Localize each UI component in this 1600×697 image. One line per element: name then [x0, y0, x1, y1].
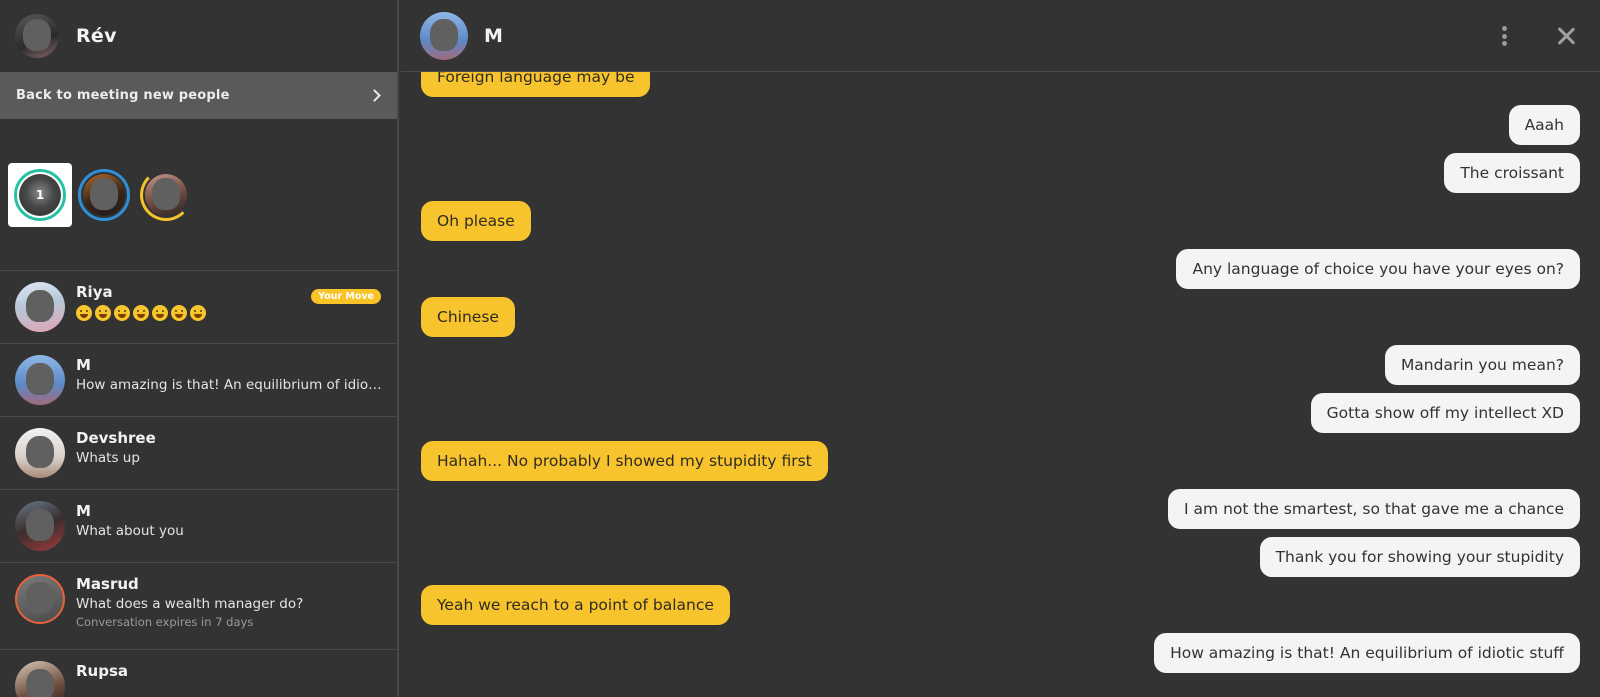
conversation-item[interactable]: Masrud What does a wealth manager do? Co…	[0, 563, 397, 650]
story-count-badge: 1	[19, 174, 61, 216]
grinning-emoji-icon	[171, 305, 187, 321]
grinning-emoji-icon	[114, 305, 130, 321]
conversation-preview: Whats up	[76, 450, 140, 466]
close-icon[interactable]	[1555, 25, 1577, 47]
message-outgoing: Gotta show off my intellect XD	[1310, 393, 1580, 433]
chevron-right-icon	[368, 89, 381, 102]
avatar	[15, 661, 65, 697]
chat-panel: M Foreign language may be Aaah The crois…	[401, 0, 1600, 697]
message-outgoing: The croissant	[1444, 153, 1580, 193]
back-to-meeting-label: Back to meeting new people	[16, 88, 230, 103]
conversation-item[interactable]: Rupsa	[0, 650, 397, 697]
conversation-preview: How amazing is that! An equilibrium of i…	[76, 377, 386, 393]
grinning-emoji-icon	[152, 305, 168, 321]
message-list: Foreign language may be Aaah The croissa…	[401, 72, 1600, 697]
message-incoming: Oh please	[421, 201, 531, 241]
conversation-preview: What does a wealth manager do?	[76, 596, 304, 612]
grinning-emoji-icon	[76, 305, 92, 321]
message-outgoing: How amazing is that! An equilibrium of i…	[1154, 633, 1580, 673]
message-incoming: Yeah we reach to a point of balance	[421, 585, 730, 625]
message-outgoing: Mandarin you mean?	[1384, 345, 1580, 385]
message-incoming: Hahah... No probably I showed my stupidi…	[421, 441, 828, 481]
chat-title: M	[484, 24, 503, 47]
profile-name: Rév	[76, 25, 117, 47]
profile-avatar[interactable]	[15, 14, 59, 58]
message-outgoing: I am not the smartest, so that gave me a…	[1168, 489, 1580, 529]
conversation-name: Rupsa	[76, 662, 129, 680]
conversation-item[interactable]: Devshree Whats up	[0, 417, 397, 490]
app-window: Rév Back to meeting new people 1 Riya Yo…	[0, 0, 1600, 697]
story-avatar-1[interactable]	[78, 169, 130, 221]
story-avatar-2[interactable]	[140, 169, 192, 221]
message-outgoing: Thank you for showing your stupidity	[1259, 537, 1580, 577]
message-incoming: Foreign language may be	[421, 72, 651, 97]
back-to-meeting-button[interactable]: Back to meeting new people	[0, 72, 397, 119]
profile-header[interactable]: Rév	[0, 0, 397, 72]
story-ring-green: 1	[14, 169, 66, 221]
avatar	[15, 428, 65, 478]
story-card-new-matches[interactable]: 1	[8, 163, 72, 227]
conversation-name: M	[76, 502, 91, 520]
avatar	[15, 355, 65, 405]
chat-avatar[interactable]	[420, 11, 468, 60]
conversation-expiry: Conversation expires in 7 days	[76, 615, 254, 629]
message-outgoing: Aaah	[1508, 105, 1580, 145]
your-move-badge: Your Move	[311, 289, 381, 304]
stories-row: 1	[0, 119, 397, 271]
conversation-preview: What about you	[76, 523, 184, 539]
avatar	[15, 574, 65, 624]
chat-header: M	[401, 0, 1600, 72]
grinning-emoji-icon	[95, 305, 111, 321]
conversation-name: Devshree	[76, 429, 156, 447]
more-options-icon[interactable]	[1501, 26, 1507, 46]
sidebar: Rév Back to meeting new people 1 Riya Yo…	[0, 0, 399, 697]
grinning-emoji-icon	[190, 305, 206, 321]
conversation-name: Masrud	[76, 575, 139, 593]
avatar	[15, 282, 65, 332]
conversation-name: M	[76, 356, 91, 374]
message-outgoing: Any language of choice you have your eye…	[1176, 249, 1580, 289]
conversation-item[interactable]: M How amazing is that! An equilibrium of…	[0, 344, 397, 417]
message-incoming: Chinese	[421, 297, 515, 337]
emoji-preview	[76, 305, 386, 321]
conversation-item[interactable]: M What about you	[0, 490, 397, 563]
conversation-item[interactable]: Riya Your Move	[0, 271, 397, 344]
avatar	[15, 501, 65, 551]
grinning-emoji-icon	[133, 305, 149, 321]
